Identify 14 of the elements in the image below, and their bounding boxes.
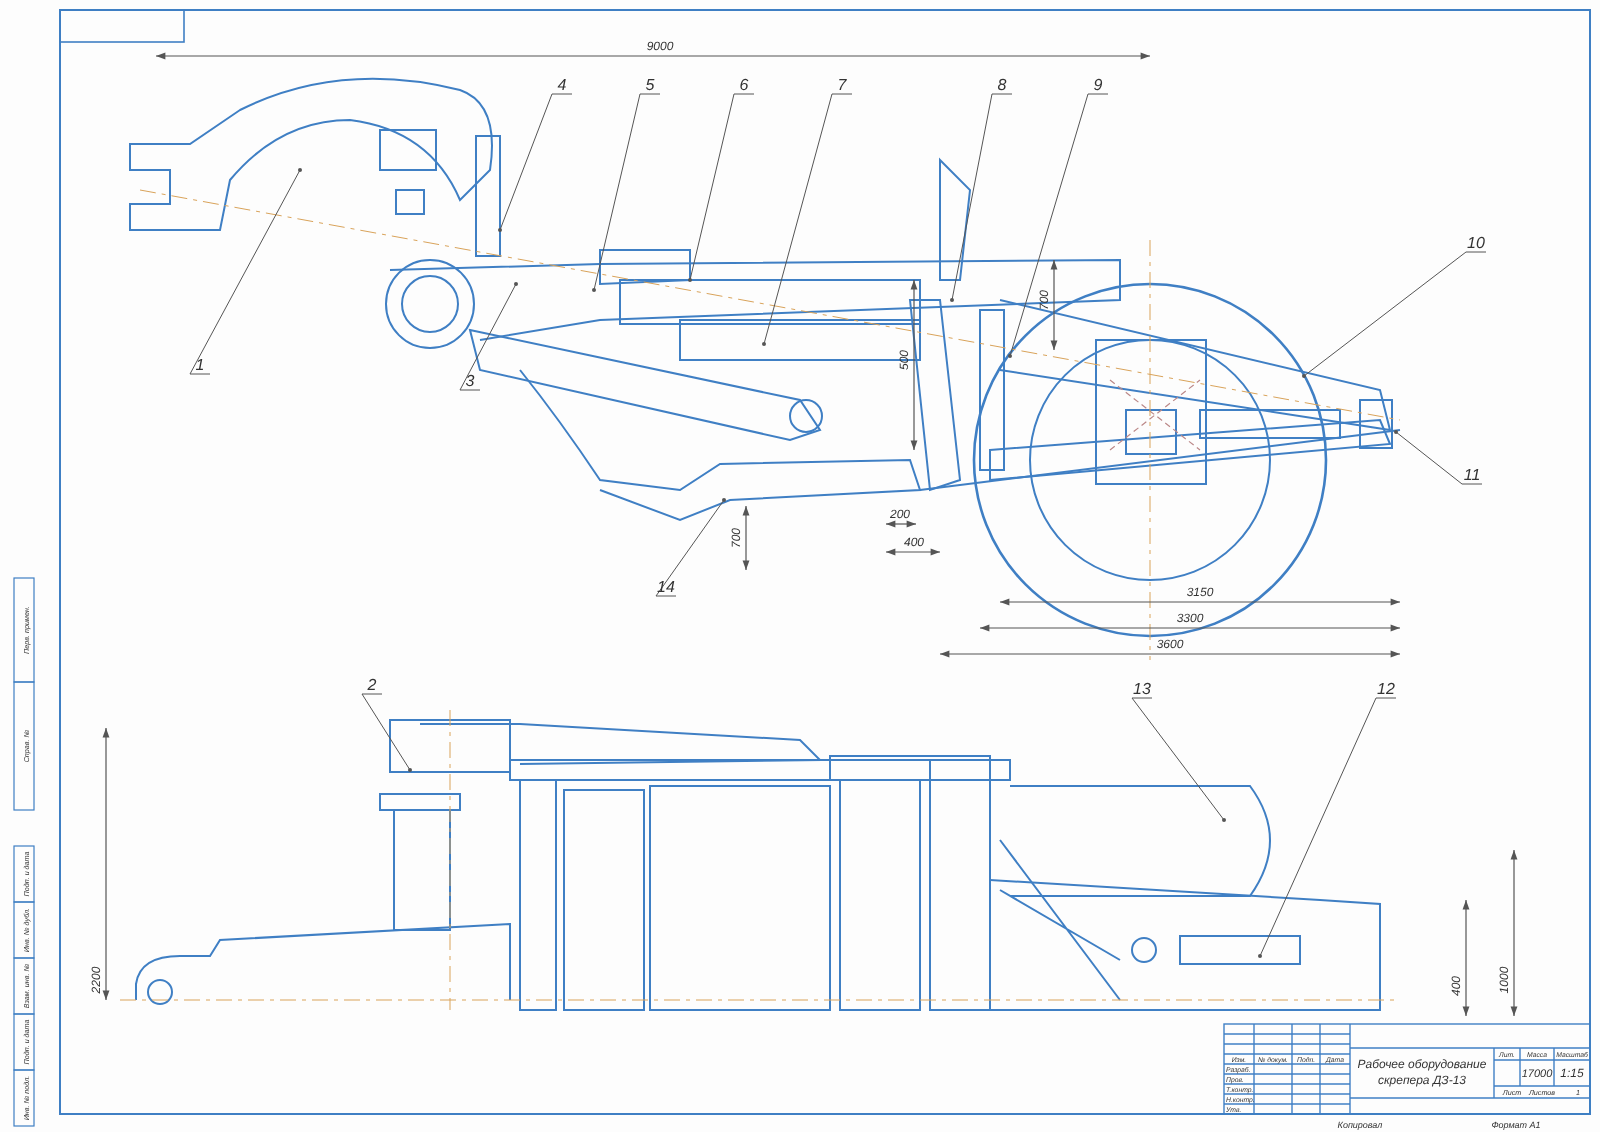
position-number: 11 [1463, 466, 1481, 484]
position-number: 2 [367, 676, 377, 694]
position-number: 14 [657, 578, 675, 596]
position-number: 13 [1133, 680, 1151, 698]
position-number: 5 [645, 76, 655, 94]
position-number: 6 [739, 76, 749, 94]
position-number: 9 [1093, 76, 1103, 94]
position-number: 3 [465, 372, 475, 390]
position-number: 7 [837, 76, 847, 94]
position-number: 12 [1377, 680, 1395, 698]
position-number: 8 [997, 76, 1007, 94]
position-number: 4 [557, 76, 567, 94]
position-number: 10 [1467, 234, 1485, 252]
position-number: 1 [195, 356, 205, 374]
